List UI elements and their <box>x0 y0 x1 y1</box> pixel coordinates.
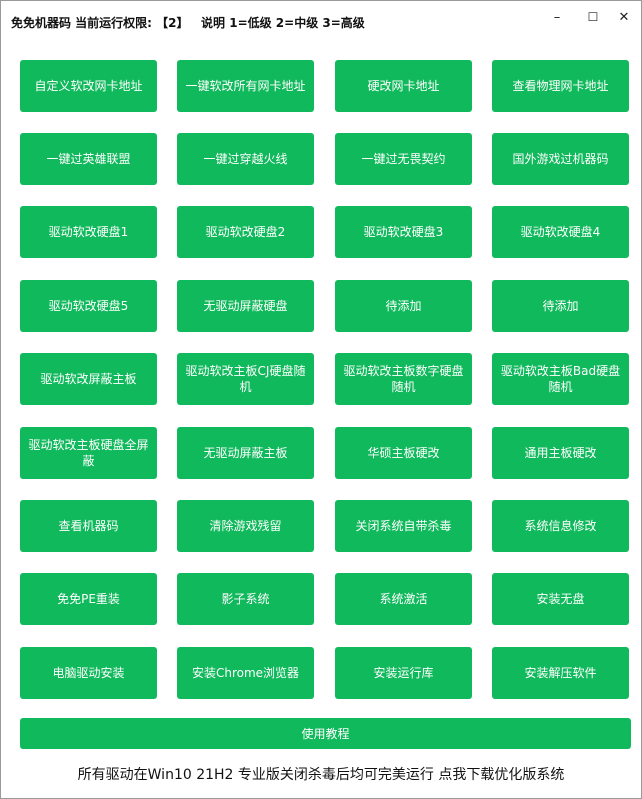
action-button-16[interactable]: 待添加 <box>492 280 629 332</box>
action-button-24[interactable]: 通用主板硬改 <box>492 427 629 479</box>
action-button-29[interactable]: 免免PE重装 <box>20 573 157 625</box>
action-button-10[interactable]: 驱动软改硬盘2 <box>177 206 314 258</box>
action-button-28[interactable]: 系统信息修改 <box>492 500 629 552</box>
action-button-22[interactable]: 无驱动屏蔽主板 <box>177 427 314 479</box>
action-button-21[interactable]: 驱动软改主板硬盘全屏蔽 <box>20 427 157 479</box>
minimize-button[interactable]: – <box>542 5 572 29</box>
action-button-30[interactable]: 影子系统 <box>177 573 314 625</box>
maximize-button[interactable]: ☐ <box>578 5 608 29</box>
app-window: 免免机器码 当前运行权限: 【2】 说明 1=低级 2=中级 3=高级 – ☐ … <box>0 0 642 799</box>
action-button-18[interactable]: 驱动软改主板CJ硬盘随机 <box>177 353 314 405</box>
action-button-31[interactable]: 系统激活 <box>335 573 472 625</box>
tutorial-button[interactable]: 使用教程 <box>20 718 631 749</box>
action-button-7[interactable]: 一键过无畏契约 <box>335 133 472 185</box>
action-button-26[interactable]: 清除游戏残留 <box>177 500 314 552</box>
action-button-20[interactable]: 驱动软改主板Bad硬盘随机 <box>492 353 629 405</box>
action-button-2[interactable]: 一键软改所有网卡地址 <box>177 60 314 112</box>
action-button-3[interactable]: 硬改网卡地址 <box>335 60 472 112</box>
action-button-33[interactable]: 电脑驱动安装 <box>20 647 157 699</box>
action-button-4[interactable]: 查看物理网卡地址 <box>492 60 629 112</box>
action-button-23[interactable]: 华硕主板硬改 <box>335 427 472 479</box>
action-button-34[interactable]: 安装Chrome浏览器 <box>177 647 314 699</box>
action-button-17[interactable]: 驱动软改屏蔽主板 <box>20 353 157 405</box>
action-button-13[interactable]: 驱动软改硬盘5 <box>20 280 157 332</box>
close-button[interactable]: ✕ <box>609 5 639 29</box>
action-button-9[interactable]: 驱动软改硬盘1 <box>20 206 157 258</box>
window-title: 免免机器码 当前运行权限: 【2】 说明 1=低级 2=中级 3=高级 <box>11 16 365 30</box>
action-button-14[interactable]: 无驱动屏蔽硬盘 <box>177 280 314 332</box>
download-optimized-system-link[interactable]: 所有驱动在Win10 21H2 专业版关闭杀毒后均可完美运行 点我下载优化版系统 <box>1 764 641 784</box>
action-button-12[interactable]: 驱动软改硬盘4 <box>492 206 629 258</box>
action-button-1[interactable]: 自定义软改网卡地址 <box>20 60 157 112</box>
action-button-11[interactable]: 驱动软改硬盘3 <box>335 206 472 258</box>
action-button-36[interactable]: 安装解压软件 <box>492 647 629 699</box>
action-button-5[interactable]: 一键过英雄联盟 <box>20 133 157 185</box>
action-button-32[interactable]: 安装无盘 <box>492 573 629 625</box>
action-button-19[interactable]: 驱动软改主板数字硬盘随机 <box>335 353 472 405</box>
action-button-27[interactable]: 关闭系统自带杀毒 <box>335 500 472 552</box>
action-button-15[interactable]: 待添加 <box>335 280 472 332</box>
action-button-25[interactable]: 查看机器码 <box>20 500 157 552</box>
action-button-8[interactable]: 国外游戏过机器码 <box>492 133 629 185</box>
action-button-6[interactable]: 一键过穿越火线 <box>177 133 314 185</box>
action-button-35[interactable]: 安装运行库 <box>335 647 472 699</box>
title-bar: 免免机器码 当前运行权限: 【2】 说明 1=低级 2=中级 3=高级 – ☐ … <box>1 1 641 41</box>
